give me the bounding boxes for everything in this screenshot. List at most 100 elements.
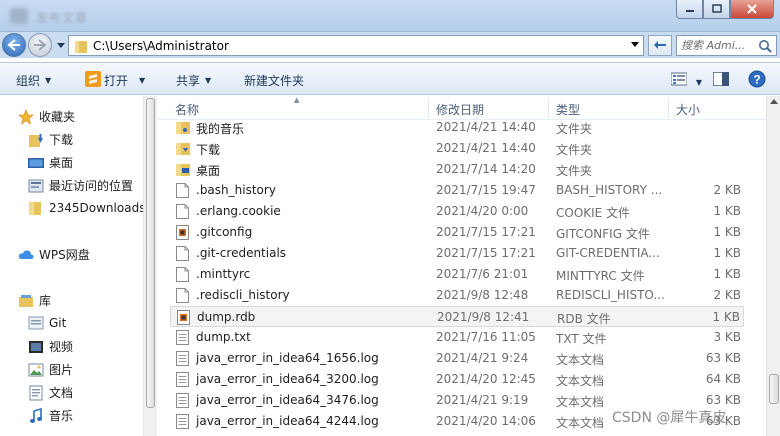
scroll-up-icon[interactable] — [770, 99, 778, 104]
watermark: CSDN @犀牛真皮 — [612, 410, 727, 426]
file-type: 文件夹 — [556, 143, 593, 157]
file-name: java_error_in_idea64_1656.log — [196, 351, 379, 365]
nav-label: 最近访问的位置 — [49, 179, 134, 193]
folder-icon — [75, 40, 87, 53]
nav-music[interactable]: 音乐 — [28, 407, 73, 424]
file-modified: 2021/7/6 21:01 — [436, 267, 529, 281]
file-row[interactable]: 我的音乐 2021/4/21 14:40 文件夹 — [170, 117, 744, 138]
file-row[interactable]: java_error_in_idea64_1656.log 2021/4/21 9… — [170, 348, 744, 369]
file-row[interactable]: .git-credentials 2021/7/15 17:21 GIT-CREDE… — [170, 243, 744, 264]
preview-pane-button[interactable] — [712, 70, 730, 88]
nav-recent[interactable]: 最近访问的位置 — [28, 177, 133, 194]
nav-libraries[interactable]: 库 — [18, 292, 51, 309]
nav-label: 下载 — [49, 133, 74, 147]
file-name: dump.txt — [196, 330, 251, 344]
chevron-down-icon: ▼ — [205, 76, 212, 85]
refresh-button[interactable] — [648, 35, 672, 56]
file-type: 文本文档 — [556, 395, 605, 409]
window-title: 发布文章 — [36, 11, 89, 25]
details-view-icon — [671, 72, 687, 86]
file-row[interactable]: 下载 2021/4/21 14:40 文件夹 — [170, 138, 744, 159]
file-row[interactable]: java_error_in_idea64_3200.log 2021/4/20 1… — [170, 369, 744, 390]
column-divider[interactable] — [548, 98, 549, 118]
nav-downloads[interactable]: 下载 — [28, 131, 73, 148]
file-type: GIT-CREDENTIA... — [556, 246, 660, 260]
video-icon — [29, 340, 43, 353]
file-row[interactable]: .minttyrc 2021/7/6 21:01 MINTTYRC 文件 1 KB — [170, 264, 744, 285]
download-folder-icon — [29, 133, 43, 147]
download-folder-icon — [176, 141, 190, 156]
nav-label: WPS网盘 — [39, 248, 90, 262]
open-button[interactable]: 打开 ▼ — [104, 72, 145, 89]
file-name: 下载 — [196, 143, 221, 157]
search-input[interactable] — [681, 39, 759, 52]
file-list-scrollbar[interactable] — [766, 96, 780, 436]
documents-icon — [29, 385, 43, 400]
minimize-icon — [685, 10, 694, 12]
file-row[interactable]: 桌面 2021/7/14 14:20 文件夹 — [170, 159, 744, 180]
file-type: 文本文档 — [556, 353, 605, 367]
file-list: ▲ 名称 修改日期 类型 大小 我的音乐 2021/4/21 14:40 文件夹 下载… — [158, 96, 766, 436]
organize-menu[interactable]: 组织 ▼ — [16, 72, 51, 89]
nav-wps-drive[interactable]: WPS网盘 — [18, 246, 90, 263]
file-row[interactable]: .rediscli_history 2021/9/8 12:48 REDISCLI_… — [170, 285, 744, 306]
help-button[interactable]: ? — [748, 70, 766, 88]
file-modified: 2021/9/8 12:41 — [437, 310, 530, 324]
file-row[interactable]: dump.rdb 2021/9/8 12:41 RDB 文件 1 KB — [170, 306, 744, 327]
file-type: 文本文档 — [556, 416, 605, 430]
chevron-down-icon: ▼ — [45, 76, 52, 85]
back-button[interactable] — [2, 33, 26, 57]
nav-desktop[interactable]: 桌面 — [28, 154, 73, 171]
file-type: REDISCLI_HISTO... — [556, 288, 665, 302]
nav-scrollbar[interactable] — [143, 96, 157, 436]
nav-pictures[interactable]: 图片 — [28, 361, 73, 378]
share-menu[interactable]: 共享 ▼ — [176, 72, 211, 89]
nav-git[interactable]: Git — [28, 315, 66, 331]
column-divider[interactable] — [668, 98, 669, 118]
text-file-icon — [176, 414, 190, 429]
file-type: COOKIE 文件 — [556, 206, 631, 220]
file-icon — [176, 267, 190, 282]
file-row[interactable]: .bash_history 2021/7/15 19:47 BASH_HISTORY… — [170, 180, 744, 201]
file-name: .bash_history — [196, 183, 276, 197]
file-row[interactable]: dump.txt 2021/7/16 11:05 TXT 文件 3 KB — [170, 327, 744, 348]
close-button[interactable] — [730, 0, 774, 19]
history-dropdown[interactable] — [56, 39, 66, 51]
nav-favorites[interactable]: 收藏夹 — [18, 108, 75, 125]
new-folder-button[interactable]: 新建文件夹 — [244, 72, 304, 89]
file-row[interactable]: .gitconfig 2021/7/15 17:21 GITCONFIG 文件 1 K… — [170, 222, 744, 243]
file-type: BASH_HISTORY ... — [556, 183, 663, 197]
file-icon — [176, 246, 190, 261]
window-controls — [676, 0, 774, 19]
maximize-button[interactable] — [703, 0, 730, 19]
file-name: .gitconfig — [196, 225, 253, 239]
nav-documents[interactable]: 文档 — [28, 384, 73, 401]
view-options-button[interactable] — [670, 70, 688, 88]
file-list-scrollbar-thumb[interactable] — [769, 374, 779, 404]
forward-button[interactable] — [28, 33, 52, 57]
chevron-down-icon[interactable] — [631, 42, 639, 47]
file-name: 桌面 — [196, 164, 221, 178]
column-header-name[interactable]: 名称 — [175, 101, 199, 118]
new-folder-label: 新建文件夹 — [244, 74, 305, 88]
search-box[interactable] — [676, 35, 777, 56]
nav-label: 视频 — [49, 340, 74, 354]
nav-scrollbar-thumb[interactable] — [146, 98, 155, 408]
config-file-icon — [177, 310, 191, 325]
nav-label: 图片 — [49, 363, 74, 377]
view-options-dropdown[interactable]: ▼ — [690, 73, 708, 91]
nav-videos[interactable]: 视频 — [28, 338, 73, 355]
file-name: .git-credentials — [196, 246, 287, 260]
file-row[interactable]: .erlang.cookie 2021/4/20 0:00 COOKIE 文件 1 K… — [170, 201, 744, 222]
forward-arrow-icon — [34, 39, 47, 51]
nav-2345downloads[interactable]: 2345Downloads — [28, 200, 145, 216]
column-header-size[interactable]: 大小 — [676, 101, 700, 118]
address-bar[interactable]: C:\Users\Administrator — [68, 35, 644, 56]
file-size: 2 KB — [713, 183, 741, 197]
file-modified: 2021/4/21 9:24 — [436, 351, 529, 365]
column-divider[interactable] — [428, 98, 429, 118]
minimize-button[interactable] — [676, 0, 703, 19]
column-header-type[interactable]: 类型 — [556, 101, 580, 118]
file-modified: 2021/7/15 17:21 — [436, 225, 536, 239]
column-header-modified[interactable]: 修改日期 — [436, 101, 484, 118]
